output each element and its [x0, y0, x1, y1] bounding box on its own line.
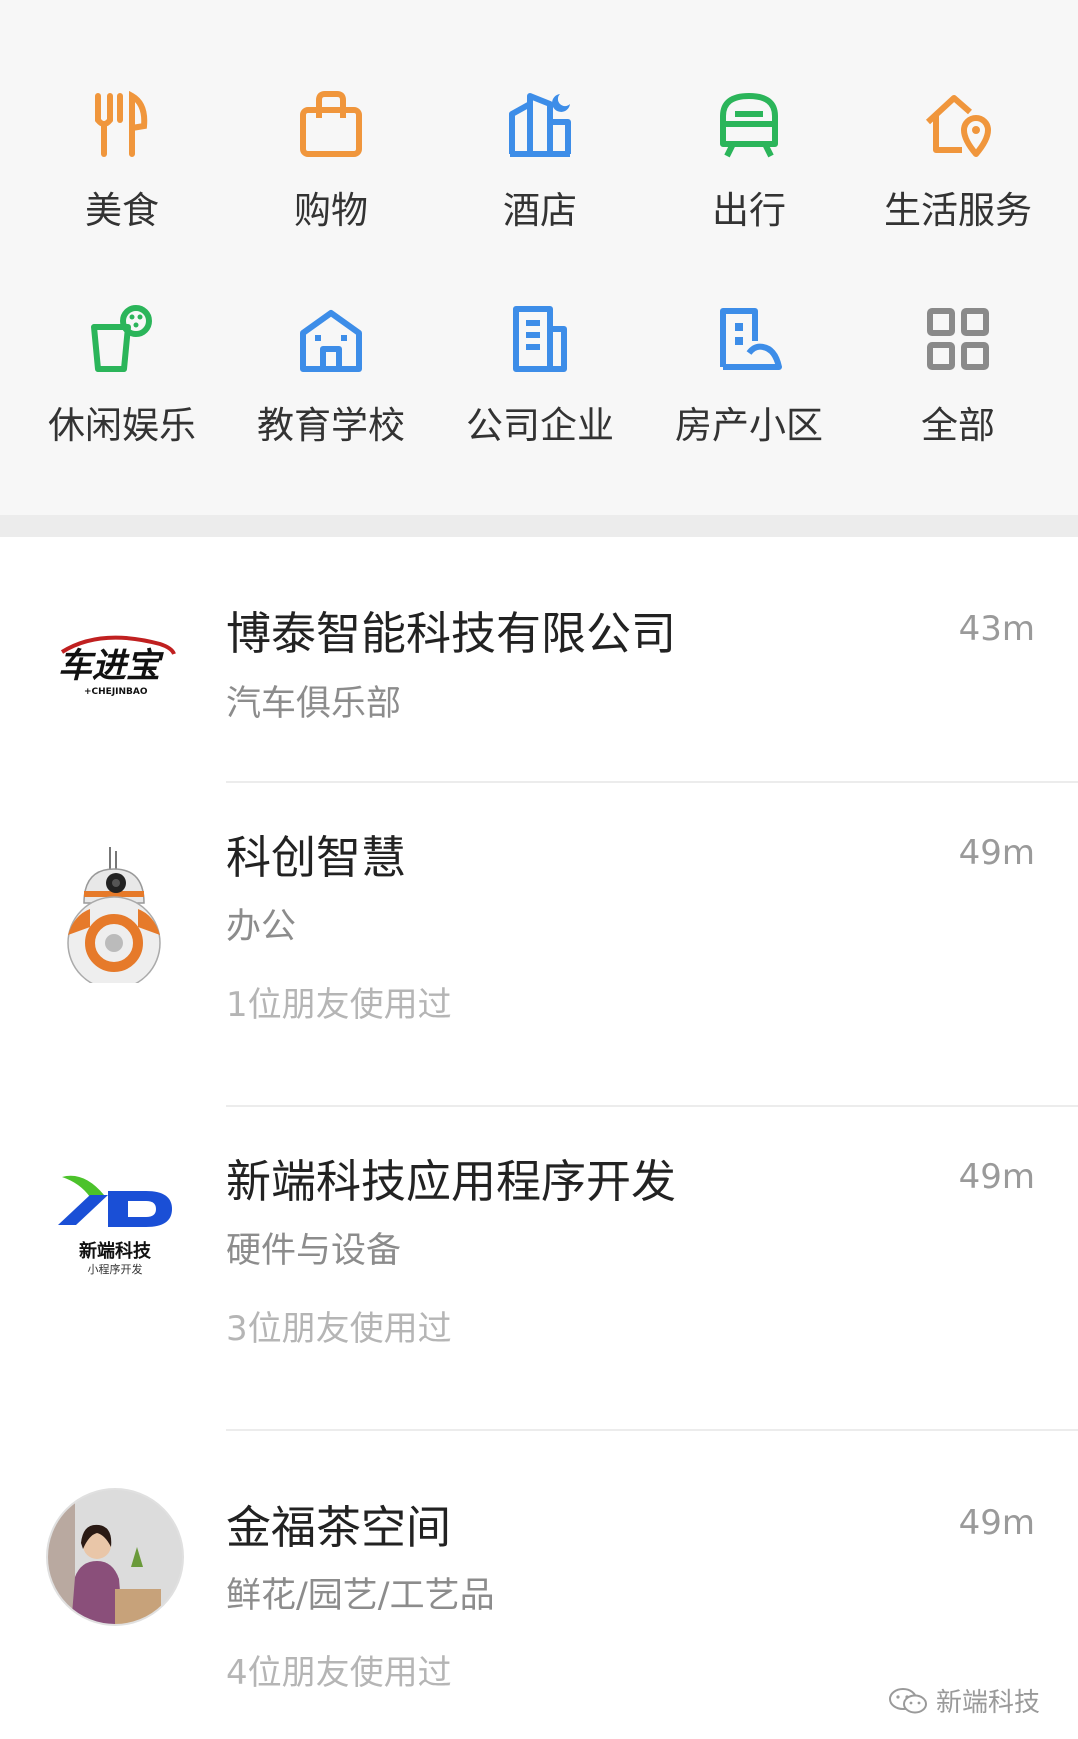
- place-distance: 43m: [958, 609, 1035, 649]
- category-real-estate[interactable]: 房产小区: [649, 300, 849, 460]
- place-name: 博泰智能科技有限公司: [226, 607, 677, 660]
- logo-subtext: +CHEJINBAO: [84, 687, 148, 697]
- place-category: 硬件与设备: [226, 1231, 402, 1271]
- logo-subtext: 小程序开发: [88, 1262, 143, 1276]
- category-label: 出行: [712, 189, 786, 232]
- section-divider: [0, 515, 1078, 537]
- place-distance: 49m: [958, 1503, 1035, 1543]
- category-life-service[interactable]: 生活服务: [858, 85, 1058, 245]
- place-category: 办公: [226, 907, 297, 947]
- place-logo: [45, 843, 185, 983]
- friends-used-count: 1位朋友使用过: [226, 985, 452, 1025]
- drink-cup-icon: [91, 305, 152, 372]
- place-category: 鲜花/园艺/工艺品: [226, 1576, 495, 1616]
- wechat-icon: [888, 1687, 927, 1713]
- category-leisure[interactable]: 休闲娱乐: [22, 300, 222, 460]
- category-hotel[interactable]: 酒店: [440, 85, 640, 245]
- category-label: 购物: [294, 189, 368, 232]
- friends-used-count: 3位朋友使用过: [226, 1309, 452, 1349]
- friends-used-count: 4位朋友使用过: [226, 1653, 452, 1693]
- category-grid: 美食 购物 酒店 出行 生活服务 休闲娱乐 教育学校 公司企业 房产小区 全部: [0, 0, 1078, 515]
- place-logo: 新端科技 小程序开发: [45, 1157, 185, 1297]
- category-education[interactable]: 教育学校: [231, 300, 431, 460]
- place-avatar: [45, 1487, 185, 1627]
- category-label: 公司企业: [466, 404, 614, 447]
- office-building-icon: [513, 306, 567, 372]
- category-all[interactable]: 全部: [858, 300, 1058, 460]
- place-distance: 49m: [958, 1157, 1035, 1197]
- robot-avatar-icon: [67, 847, 161, 983]
- logo-text: 车进宝: [58, 646, 164, 686]
- category-label: 休闲娱乐: [48, 404, 196, 447]
- list-item[interactable]: 车进宝 +CHEJINBAO 博泰智能科技有限公司 43m 汽车俱乐部: [0, 537, 1078, 783]
- category-label: 教育学校: [257, 404, 405, 447]
- place-name: 科创智慧: [226, 831, 407, 884]
- place-name: 金福茶空间: [226, 1501, 452, 1554]
- residential-icon: [720, 308, 782, 370]
- category-label: 美食: [85, 189, 159, 232]
- category-food[interactable]: 美食: [22, 85, 222, 245]
- category-company[interactable]: 公司企业: [440, 300, 640, 460]
- category-label: 房产小区: [675, 404, 823, 447]
- place-category: 汽车俱乐部: [226, 684, 402, 724]
- category-transit[interactable]: 出行: [649, 85, 849, 245]
- category-label: 全部: [921, 404, 995, 447]
- food-utensils-icon: [95, 90, 148, 157]
- place-logo: 车进宝 +CHEJINBAO: [45, 592, 185, 732]
- place-distance: 49m: [958, 833, 1035, 873]
- logo-text: 新端科技: [79, 1240, 152, 1262]
- category-label: 生活服务: [884, 189, 1032, 232]
- list-item[interactable]: 科创智慧 49m 办公 1位朋友使用过: [0, 783, 1078, 1107]
- school-building-icon: [300, 310, 362, 372]
- category-label: 酒店: [503, 189, 577, 232]
- category-shopping[interactable]: 购物: [231, 85, 431, 245]
- hotel-building-icon: [509, 93, 571, 157]
- person-photo-avatar: [46, 1488, 184, 1626]
- shopping-bag-icon: [300, 91, 362, 157]
- watermark: 新端科技: [888, 1682, 1040, 1719]
- transit-bus-icon: [720, 93, 778, 158]
- grid-all-icon: [927, 308, 989, 370]
- place-name: 新端科技应用程序开发: [226, 1155, 677, 1208]
- xd-logo-icon: 新端科技 小程序开发: [58, 1175, 172, 1276]
- list-item[interactable]: 新端科技 小程序开发 新端科技应用程序开发 49m 硬件与设备 3位朋友使用过: [0, 1107, 1078, 1431]
- car-logo-icon: 车进宝 +CHEJINBAO: [58, 635, 176, 697]
- home-location-icon: [925, 95, 991, 157]
- watermark-text: 新端科技: [935, 1688, 1040, 1718]
